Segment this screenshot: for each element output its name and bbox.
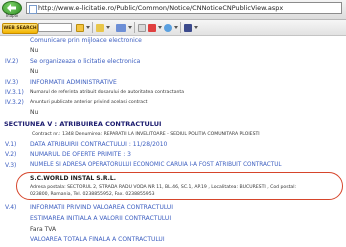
item-label: DATA ATRIBUIRII CONTRACTULUI : 11/28/201… [30,141,168,148]
browser-toolbar: WEB SEARCH [0,20,346,36]
web-search-button[interactable]: WEB SEARCH [2,23,38,34]
chevron-down-icon[interactable] [174,26,178,29]
item-number: IV.3) [5,79,19,86]
item-number: V.2) [5,151,17,158]
item-label: ESTIMAREA INITIALA A VALORII CONTRACTULU… [30,215,172,222]
winner-contact: 023800, Romania, Tel. 0238855952, Fax. 0… [30,192,155,197]
weather-icon[interactable] [164,23,172,32]
toolbar-divider [180,22,181,33]
item-value: Nu [30,68,39,75]
chevron-down-icon[interactable] [158,26,162,29]
url-input[interactable]: http://www.e-licitatie.ro/Public/Common/… [26,2,342,14]
contract-details: Contract nr.: 1348 Denumirea: REPARATII … [32,132,260,137]
item-number: IV.3.1) [5,89,24,96]
chevron-down-icon[interactable] [194,26,198,29]
item-label: INFORMATII PRIVIND VALOAREA CONTRACTULUI [30,204,174,211]
chevron-down-icon[interactable] [128,26,132,29]
page-content: Comunicare prin mijloace electronice Nu … [0,36,346,247]
chevron-down-icon[interactable] [106,26,110,29]
item-label: Numarul de referinta atribuit dosarului … [30,90,185,95]
search-icon[interactable] [76,23,84,32]
toolbar-divider [134,22,135,33]
item-label: NUMARUL DE OFERTE PRIMITE : 3 [30,151,131,158]
toolbar-search-input[interactable] [38,23,72,32]
back-arrow-icon [7,4,16,12]
highlight-icon[interactable] [96,23,104,32]
item-value: Nu [30,109,39,116]
item-label: Se organizeaza o licitatie electronica [30,58,141,65]
item-label: NUMELE SI ADRESA OPERATORULUI ECONOMIC C… [30,162,282,168]
paint-icon[interactable] [138,23,146,32]
winner-name: S.C.WORLD INSTAL S.R.L. [30,175,116,182]
chevron-down-icon[interactable] [86,26,90,29]
video-icon[interactable] [184,23,192,32]
item-number: V.1) [5,141,17,148]
item-value: Nu [30,47,39,54]
item-value: Fara TVA [30,226,57,233]
item-number: V.4) [5,204,17,211]
item-number: IV.2) [5,58,19,65]
toolbar-divider [92,22,93,33]
item-number: V.3) [5,162,17,169]
winner-address: Adresa postala: SECTORUL 2, STRADA RADU … [30,185,297,190]
mail-icon[interactable] [116,23,126,32]
back-button-label[interactable]: Înapoi [1,13,23,18]
item-label: Comunicare prin mijloace electronice [30,37,142,44]
page-icon [29,5,37,14]
url-text[interactable]: http://www.e-licitatie.ro/Public/Common/… [38,4,283,12]
item-label: INFORMATII ADMINISTRATIVE [30,79,117,86]
section-title: SECTIUNEA V : ATRIBUIREA CONTRACTULUI [4,120,162,128]
item-label: Anunturi publicate anterior privind acel… [30,100,148,105]
item-number: IV.3.2) [5,99,24,106]
address-bar: Înapoi http://www.e-licitatie.ro/Public/… [0,0,346,20]
news-icon[interactable] [148,23,156,32]
item-label: VALOAREA TOTALA FINALA A CONTRACTULUI [30,236,165,243]
